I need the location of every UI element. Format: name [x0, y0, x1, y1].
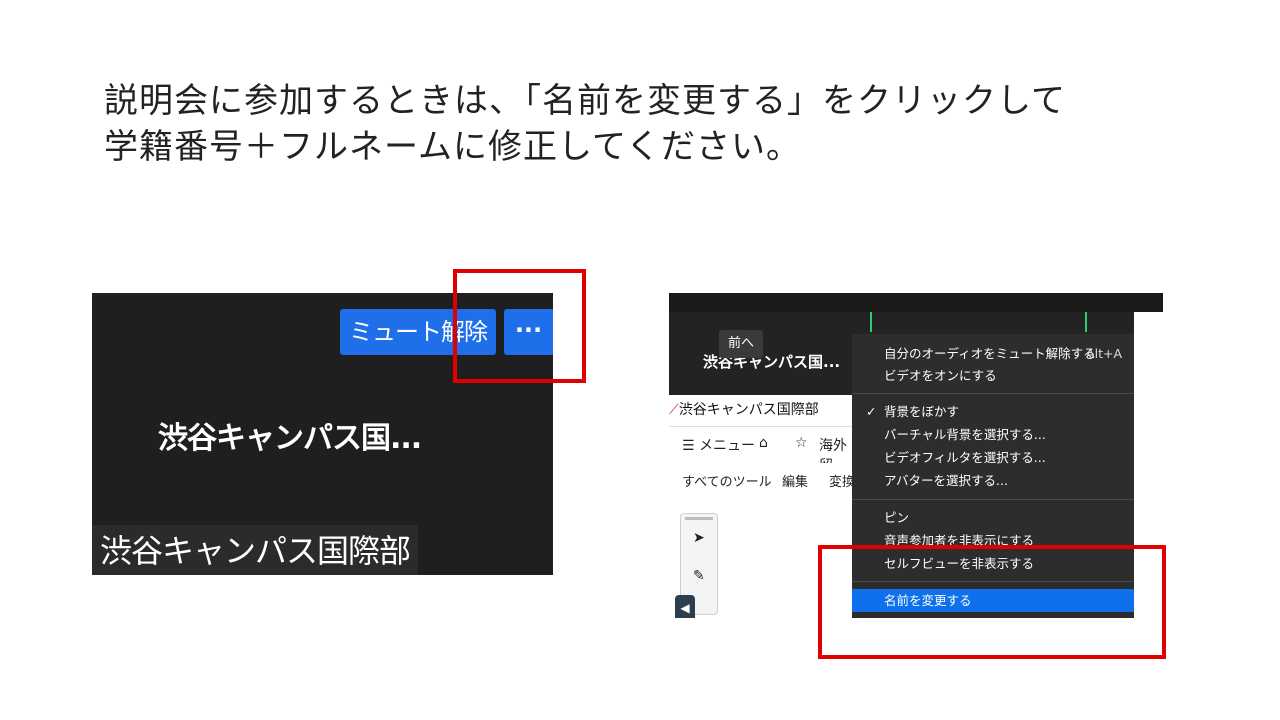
menu-item-start-video[interactable]: ビデオをオンにする	[852, 364, 1134, 387]
top-bar	[669, 293, 1163, 312]
menu-button[interactable]: ☰ メニュー	[682, 435, 755, 455]
participant-name: 渋谷キャンパス国...	[158, 421, 422, 456]
pdf-tabs: すべてのツール 編集 変換	[669, 463, 855, 497]
menu-item-label: 背景をぼかす	[884, 404, 960, 419]
highlight-box-rename	[818, 545, 1166, 659]
check-icon: ✓	[866, 404, 877, 419]
collapse-left-icon[interactable]: ◀	[675, 595, 695, 618]
pdf-toolbar: ☰ メニュー ⌂ ☆ 海外留	[669, 426, 853, 474]
menu-item-pin[interactable]: ピン	[852, 506, 1134, 529]
cursor-icon[interactable]: ➤	[693, 530, 705, 546]
speaker-indicator	[870, 312, 872, 332]
instruction-text: 説明会に参加するときは、「名前を変更する」をクリックして 学籍番号＋フルネームに…	[104, 78, 1066, 170]
speaker-indicator	[1085, 312, 1087, 332]
menu-item-avatar[interactable]: アバターを選択する...	[852, 469, 1134, 492]
prev-tooltip: 前へ	[719, 330, 763, 358]
menu-item-label: ビデオフィルタを選択する...	[884, 450, 1046, 465]
home-icon[interactable]: ⌂	[759, 435, 768, 451]
participant-label-text: 渋谷キャンパス国際部	[678, 402, 819, 418]
menu-separator	[852, 499, 1134, 500]
tab-edit[interactable]: 編集	[782, 471, 808, 490]
menu-item-label: ピン	[884, 510, 910, 525]
menu-item-video-filter[interactable]: ビデオフィルタを選択する...	[852, 446, 1134, 469]
comment-icon[interactable]: ✎	[693, 568, 705, 584]
participant-label: ⟋渋谷キャンパス国際部	[669, 399, 819, 419]
drag-handle[interactable]	[685, 517, 713, 520]
highlight-box-more	[453, 269, 586, 383]
menu-item-label: アバターを選択する...	[884, 473, 1008, 488]
instruction-line-1: 説明会に参加するときは、「名前を変更する」をクリックして	[104, 81, 1066, 121]
menu-item-shortcut: Alt+A	[1086, 346, 1122, 361]
mic-muted-icon: ⟋	[669, 402, 679, 418]
tab-all-tools[interactable]: すべてのツール	[682, 471, 772, 490]
participant-label: 渋谷キャンパス国際部	[92, 525, 419, 575]
menu-item-virtual-background[interactable]: バーチャル背景を選択する...	[852, 423, 1134, 446]
menu-separator	[852, 393, 1134, 394]
menu-item-label: 自分のオーディオをミュート解除する	[884, 346, 1096, 361]
instruction-line-2: 学籍番号＋フルネームに修正してください。	[104, 127, 801, 167]
menu-item-unmute-audio[interactable]: 自分のオーディオをミュート解除する Alt+A	[852, 342, 1134, 365]
star-icon[interactable]: ☆	[795, 435, 808, 451]
menu-item-label: ビデオをオンにする	[884, 368, 997, 383]
menu-item-blur-background[interactable]: ✓ 背景をぼかす	[852, 400, 1134, 423]
menu-item-label: バーチャル背景を選択する...	[884, 427, 1046, 442]
